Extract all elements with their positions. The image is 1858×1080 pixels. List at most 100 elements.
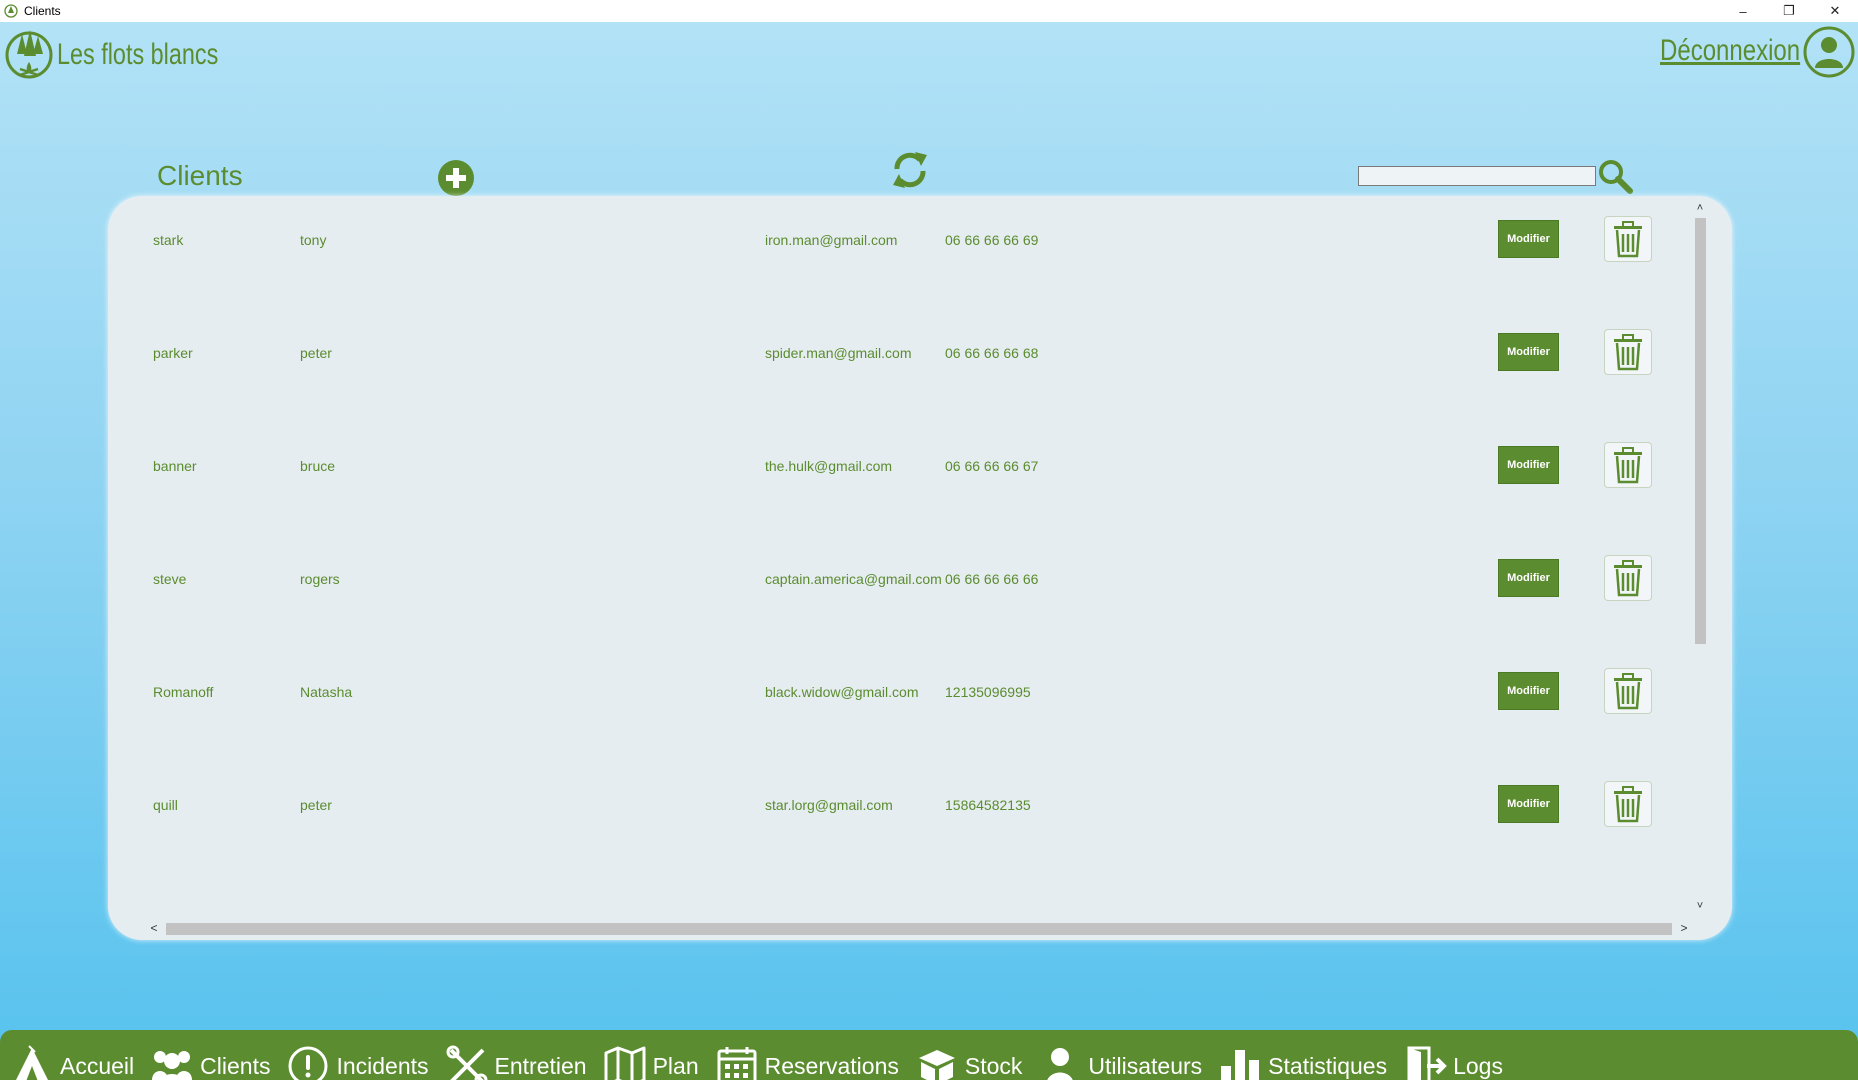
nav-label: Logs [1453,1052,1503,1079]
nav-label: Entretien [494,1052,587,1079]
nav-label: Statistiques [1268,1052,1388,1079]
trash-icon [1614,334,1642,371]
edit-client-button[interactable]: Modifier [1498,446,1559,484]
client-phone: 06 66 66 66 67 [945,458,1039,474]
nav-label: Clients [200,1052,271,1079]
nav-label: Accueil [60,1052,135,1079]
window-titlebar: Clients – ❐ ✕ [0,0,1858,22]
trash-icon [1614,447,1642,484]
client-email: star.lorg@gmail.com [765,797,893,813]
delete-client-button[interactable] [1604,442,1652,488]
bottom-nav: Accueil Clients Incidents Entretien Plan… [0,1030,1858,1080]
client-last-name: stark [153,232,184,248]
page-title: Clients [157,160,243,191]
client-first-name: peter [300,797,332,813]
trash-icon [1614,221,1642,258]
edit-client-button[interactable]: Modifier [1498,672,1559,710]
refresh-icon[interactable] [891,149,929,191]
scroll-down-button[interactable]: ˅ [1692,898,1708,914]
search-input[interactable] [1358,166,1596,186]
nav-label: Stock [964,1052,1023,1079]
nav-item-statistiques[interactable]: Statistiques [1218,1030,1387,1080]
edit-client-button[interactable]: Modifier [1498,559,1559,597]
client-row: banner bruce the.hulk@gmail.com 06 66 66 66… [108,442,1690,560]
app-logo-icon [4,4,18,18]
client-first-name: tony [300,232,327,248]
delete-client-button[interactable] [1604,329,1652,375]
delete-client-button[interactable] [1604,781,1652,827]
restore-button[interactable]: ❐ [1766,0,1812,22]
delete-client-button[interactable] [1604,668,1652,714]
minimize-button[interactable]: – [1720,0,1766,22]
client-last-name: banner [153,458,197,474]
app-area: Les flots blancs Déconnexion Clients sta… [0,22,1858,1080]
clients-card: stark tony iron.man@gmail.com 06 66 66 66 6… [108,196,1732,940]
add-client-button[interactable] [437,159,475,197]
avatar-icon[interactable] [1803,26,1855,78]
nav-item-utilisateurs[interactable]: Utilisateurs [1038,1030,1202,1080]
client-phone: 06 66 66 66 68 [945,345,1039,361]
nav-item-accueil[interactable]: Accueil [10,1030,134,1080]
client-row: parker peter spider.man@gmail.com 06 66 66 … [108,329,1690,447]
bar-chart-icon [1221,1050,1260,1080]
client-email: captain.america@gmail.com [765,571,942,587]
client-last-name: quill [153,797,178,813]
delete-client-button[interactable] [1604,216,1652,262]
clients-list: stark tony iron.man@gmail.com 06 66 66 66 6… [108,196,1690,916]
nav-item-plan[interactable]: Plan [603,1030,699,1080]
client-row: stark tony iron.man@gmail.com 06 66 66 66 6… [108,216,1690,334]
window-title: Clients [24,4,61,18]
client-phone: 15864582135 [945,797,1031,813]
delete-client-button[interactable] [1604,555,1652,601]
scroll-up-button[interactable]: ˄ [1692,200,1708,216]
search-icon[interactable] [1597,158,1633,194]
client-email: black.widow@gmail.com [765,684,919,700]
close-button[interactable]: ✕ [1812,0,1858,22]
nav-item-clients[interactable]: Clients [150,1030,270,1080]
trash-icon [1614,560,1642,597]
nav-item-logs[interactable]: Logs [1403,1030,1503,1080]
nav-item-incidents[interactable]: Incidents [286,1030,429,1080]
scroll-left-button[interactable]: < [146,920,162,936]
client-first-name: bruce [300,458,336,474]
client-row: quill peter star.lorg@gmail.com 15864582135… [108,781,1690,899]
vertical-scrollbar[interactable]: ˄ ˅ [1692,196,1708,920]
brand: Les flots blancs [5,26,264,84]
client-last-name: parker [153,345,193,361]
horizontal-scrollbar[interactable]: < > [146,920,1692,936]
client-email: the.hulk@gmail.com [765,458,893,474]
client-email: spider.man@gmail.com [765,345,912,361]
nav-label: Plan [652,1052,699,1079]
client-first-name: rogers [300,571,340,587]
trash-icon [1614,673,1642,710]
logout-door-icon [1407,1046,1447,1080]
horizontal-scroll-thumb[interactable] [166,923,1672,935]
scroll-right-button[interactable]: > [1676,920,1692,936]
users-icon [152,1051,193,1080]
edit-client-button[interactable]: Modifier [1498,220,1559,258]
user-icon [1047,1048,1074,1080]
client-last-name: steve [153,571,187,587]
brand-name: Les flots blancs [57,38,219,71]
boxes-icon [918,1050,955,1080]
campsite-logo-icon [5,30,53,79]
client-phone: 12135096995 [945,684,1031,700]
client-first-name: Natasha [300,684,353,700]
logout-link[interactable]: Déconnexion [1660,34,1800,68]
nav-label: Reservations [764,1052,899,1079]
nav-item-stock[interactable]: Stock [915,1030,1023,1080]
client-email: iron.man@gmail.com [765,232,898,248]
nav-item-reservations[interactable]: Reservations [715,1030,899,1080]
client-last-name: Romanoff [153,684,214,700]
client-row: steve rogers captain.america@gmail.com 06 6… [108,555,1690,673]
tent-icon [16,1045,48,1080]
map-icon [604,1046,646,1080]
edit-client-button[interactable]: Modifier [1498,333,1559,371]
nav-label: Incidents [336,1052,429,1079]
nav-item-entretien[interactable]: Entretien [445,1030,587,1080]
vertical-scroll-thumb[interactable] [1695,218,1706,644]
alert-icon [288,1046,328,1080]
client-phone: 06 66 66 66 66 [945,571,1039,587]
edit-client-button[interactable]: Modifier [1498,785,1559,823]
calendar-icon [717,1047,757,1080]
